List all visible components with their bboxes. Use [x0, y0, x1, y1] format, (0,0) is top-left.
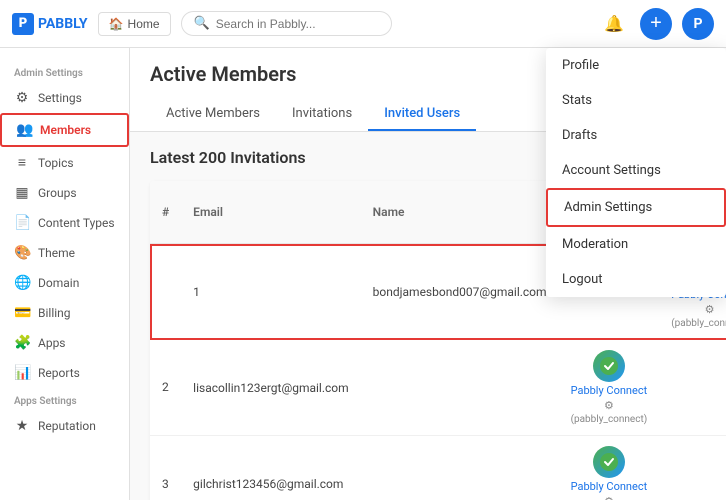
invited-by-avatar — [593, 446, 625, 478]
table-row: 2 lisacollin123ergt@gmail.com Pabbly Con… — [150, 340, 726, 436]
invited-by-gear-icon: ⚙ — [705, 303, 715, 316]
sidebar-item-domain[interactable]: 🌐 Domain — [0, 268, 129, 298]
home-button[interactable]: 🏠 Home — [98, 12, 171, 36]
search-bar: 🔍 — [181, 11, 393, 36]
sidebar-label-settings: Settings — [38, 91, 82, 105]
col-header-num: # — [150, 181, 181, 244]
search-icon: 🔍 — [194, 16, 210, 31]
cell-new-member — [659, 340, 726, 436]
sidebar-label-domain: Domain — [38, 276, 79, 290]
sidebar-item-members[interactable]: 👥 Members — [0, 113, 129, 147]
sidebar-item-groups[interactable]: ▦ Groups — [0, 178, 129, 208]
cell-new-member — [659, 436, 726, 500]
sidebar-label-billing: Billing — [38, 306, 71, 320]
table-row: 3 gilchrist123456@gmail.com Pabbly Conne… — [150, 436, 726, 500]
bell-icon: 🔔 — [604, 14, 624, 34]
app-logo: P PABBLY — [12, 13, 88, 35]
cell-name — [361, 436, 559, 500]
tab-invited-users[interactable]: Invited Users — [368, 98, 476, 131]
sidebar-item-settings[interactable]: ⚙ Settings — [0, 83, 129, 113]
home-icon: 🏠 — [109, 17, 124, 31]
cell-email: bondjamesbond007@gmail.com — [361, 244, 559, 340]
apps-icon: 🧩 — [14, 335, 30, 351]
billing-icon: 💳 — [14, 305, 30, 321]
theme-icon: 🎨 — [14, 245, 30, 261]
sidebar-label-members: Members — [40, 123, 91, 137]
sidebar-item-content-types[interactable]: 📄 Content Types — [0, 208, 129, 238]
invited-by-gear-icon: ⚙ — [604, 399, 614, 412]
menu-item-stats[interactable]: Stats — [546, 83, 726, 118]
members-icon: 👥 — [16, 122, 32, 138]
menu-item-logout[interactable]: Logout — [546, 262, 726, 297]
invited-by-id: (pabbly_connect) — [571, 414, 648, 425]
invited-by-avatar — [593, 350, 625, 382]
cell-email: lisacollin123ergt@gmail.com — [181, 340, 361, 436]
home-label: Home — [128, 17, 160, 31]
menu-item-admin-settings[interactable]: Admin Settings — [546, 188, 726, 227]
sidebar-item-theme[interactable]: 🎨 Theme — [0, 238, 129, 268]
cell-name — [361, 340, 559, 436]
tab-active-members[interactable]: Active Members — [150, 98, 276, 131]
logo-text: PABBLY — [38, 16, 88, 32]
add-button[interactable]: + — [640, 8, 672, 40]
settings-icon: ⚙ — [14, 90, 30, 106]
profile-dropdown: Profile Stats Drafts Account Settings Ad… — [546, 48, 726, 297]
sidebar-item-topics[interactable]: ≡ Topics — [0, 147, 129, 178]
topics-icon: ≡ — [14, 154, 30, 171]
plus-icon: + — [650, 12, 662, 35]
search-input[interactable] — [216, 17, 380, 31]
cell-invited-by: Pabbly Connect ⚙ (pabbly_connect) — [559, 436, 660, 500]
menu-item-profile[interactable]: Profile — [546, 48, 726, 83]
cell-email: gilchrist123456@gmail.com — [181, 436, 361, 500]
sidebar: Admin Settings ⚙ Settings 👥 Members ≡ To… — [0, 48, 130, 500]
logo-icon: P — [12, 13, 34, 35]
sidebar-label-apps: Apps — [38, 336, 66, 350]
sidebar-item-billing[interactable]: 💳 Billing — [0, 298, 129, 328]
content-types-icon: 📄 — [14, 215, 30, 231]
tab-invitations[interactable]: Invitations — [276, 98, 368, 131]
avatar[interactable]: P — [682, 8, 714, 40]
domain-icon: 🌐 — [14, 275, 30, 291]
sidebar-item-reports[interactable]: 📊 Reports — [0, 358, 129, 388]
col-header-name: Name — [361, 181, 559, 244]
groups-icon: ▦ — [14, 185, 30, 201]
notification-button[interactable]: 🔔 — [598, 8, 630, 40]
cell-invited-by: Pabbly Connect ⚙ (pabbly_connect) — [559, 340, 660, 436]
invited-by-name[interactable]: Pabbly Connect — [571, 384, 648, 397]
topnav: P PABBLY 🏠 Home 🔍 🔔 + P Profile Stats Dr… — [0, 0, 726, 48]
sidebar-label-theme: Theme — [38, 246, 75, 260]
sidebar-label-content-types: Content Types — [38, 216, 115, 230]
sidebar-item-reputation[interactable]: ★ Reputation — [0, 411, 129, 441]
menu-item-drafts[interactable]: Drafts — [546, 118, 726, 153]
menu-item-moderation[interactable]: Moderation — [546, 227, 726, 262]
sidebar-label-topics: Topics — [38, 156, 74, 170]
sidebar-item-apps[interactable]: 🧩 Apps — [0, 328, 129, 358]
admin-section-label: Admin Settings — [0, 60, 129, 83]
apps-section-label: Apps Settings — [0, 388, 129, 411]
reports-icon: 📊 — [14, 365, 30, 381]
cell-num: 2 — [150, 340, 181, 436]
menu-item-account-settings[interactable]: Account Settings — [546, 153, 726, 188]
sidebar-label-groups: Groups — [38, 186, 77, 200]
sidebar-label-reputation: Reputation — [38, 419, 96, 433]
cell-num: 3 — [150, 436, 181, 500]
reputation-icon: ★ — [14, 418, 30, 434]
sidebar-label-reports: Reports — [38, 366, 80, 380]
invited-by-name[interactable]: Pabbly Connect — [571, 480, 648, 493]
invited-by-id: (pabbly_connect) — [671, 318, 726, 329]
invited-by-gear-icon: ⚙ — [604, 495, 614, 500]
col-header-email: Email — [181, 181, 361, 244]
cell-num: 1 — [181, 244, 361, 340]
